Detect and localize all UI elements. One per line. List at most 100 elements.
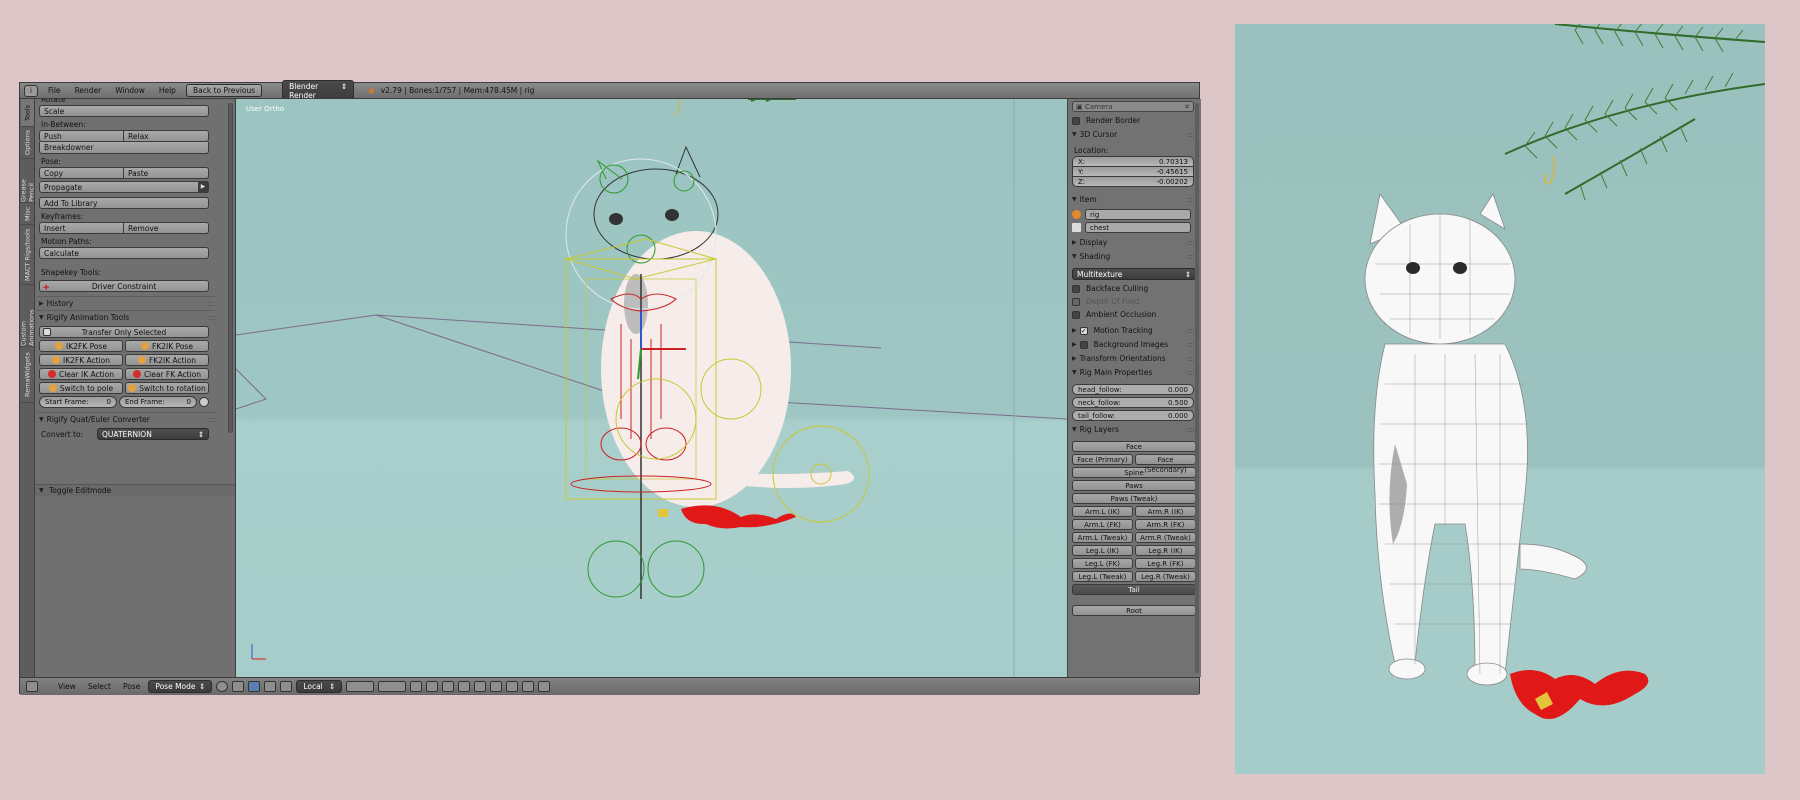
layer-arm-r-tweak-button[interactable]: Arm.R (Tweak) — [1135, 532, 1196, 543]
shading-sphere-icon[interactable] — [216, 681, 229, 692]
fk2ik-pose-button[interactable]: FK2IK Pose — [125, 340, 209, 352]
rig-main-properties-header[interactable]: ▼ Rig Main Properties — [1072, 366, 1194, 380]
drag-grip-icon[interactable] — [1187, 329, 1194, 333]
render-border-checkbox[interactable] — [1072, 117, 1080, 125]
switch-to-pole-button[interactable]: Switch to pole — [39, 382, 123, 394]
layer-leg-l-tweak-button[interactable]: Leg.L (Tweak) — [1072, 571, 1133, 582]
layer-leg-r-ik-button[interactable]: Leg.R (IK) — [1135, 545, 1196, 556]
drag-grip-icon[interactable] — [1187, 255, 1194, 259]
tab-misc[interactable]: Misc — [21, 203, 34, 225]
cursor-z-field[interactable]: Z: -0.00202 — [1072, 176, 1194, 187]
tab-rema-widgets[interactable]: RemaWidgets — [21, 347, 34, 403]
editor-type-icon[interactable] — [26, 681, 38, 692]
scale-button[interactable]: Scale — [39, 105, 209, 117]
drag-grip-icon[interactable] — [1187, 343, 1194, 347]
layer-arm-l-tweak-button[interactable]: Arm.L (Tweak) — [1072, 532, 1133, 543]
pivot-icon[interactable] — [232, 681, 245, 692]
tab-grease-pencil[interactable]: Grease Pencil — [20, 159, 36, 203]
convert-to-select[interactable]: QUATERNION ⇕ — [97, 428, 209, 440]
layer-leg-l-ik-button[interactable]: Leg.L (IK) — [1072, 545, 1133, 556]
drag-grip-icon[interactable] — [208, 418, 215, 422]
render-border-row[interactable]: Render Border — [1072, 114, 1194, 128]
ambient-occlusion-row[interactable]: Ambient Occlusion — [1072, 308, 1194, 321]
paste-flipped-icon[interactable] — [506, 681, 519, 692]
bone-name-field[interactable]: chest — [1085, 222, 1191, 233]
layer-paws-tweak-button[interactable]: Paws (Tweak) — [1072, 493, 1196, 504]
rotate-icon[interactable] — [280, 681, 293, 692]
background-images-header[interactable]: ▶ Background Images — [1072, 338, 1194, 352]
motion-tracking-header[interactable]: ▶ Motion Tracking — [1072, 324, 1194, 338]
menu-file[interactable]: File — [44, 86, 65, 95]
info-editor-icon[interactable]: i — [24, 84, 38, 97]
menu-select[interactable]: Select — [84, 682, 115, 691]
snap-target-icon[interactable] — [458, 681, 471, 692]
clock-icon[interactable] — [199, 397, 209, 407]
layer-leg-r-fk-button[interactable]: Leg.R (FK) — [1135, 558, 1196, 569]
drag-grip-icon[interactable] — [1187, 241, 1194, 245]
clear-ik-action-button[interactable]: Clear IK Action — [39, 368, 123, 380]
breakdowner-button[interactable]: Breakdowner — [39, 142, 209, 154]
layers-grid-icon[interactable] — [378, 681, 407, 692]
props-scrollbar[interactable] — [1195, 103, 1199, 673]
copy-pose-button[interactable]: Copy — [39, 167, 124, 179]
transfer-only-selected-toggle[interactable]: Transfer Only Selected — [39, 326, 209, 338]
relax-button[interactable]: Relax — [124, 130, 209, 142]
depth-of-field-checkbox[interactable] — [1072, 297, 1080, 306]
history-panel-header[interactable]: ▶ History — [37, 296, 215, 310]
orientation-select[interactable]: Local ⇕ — [296, 680, 343, 693]
mode-select[interactable]: Pose Mode ⇕ — [148, 680, 213, 693]
add-to-library-button[interactable]: Add To Library — [39, 197, 209, 209]
propagate-button[interactable]: Propagate ▶ — [39, 181, 209, 193]
calculate-button[interactable]: Calculate — [39, 247, 209, 259]
clear-x-icon[interactable]: ✕ — [1184, 102, 1190, 112]
layer-tail-button[interactable]: Tail — [1072, 584, 1196, 595]
toggle-editmode-header[interactable]: ▼ Toggle Editmode — [35, 484, 235, 496]
backface-culling-row[interactable]: Backface Culling — [1072, 282, 1194, 295]
display-header[interactable]: ▶ Display — [1072, 236, 1194, 250]
paste-pose-button[interactable]: Paste — [124, 167, 209, 179]
depth-of-field-row[interactable]: Depth Of Field — [1072, 295, 1194, 308]
camera-field[interactable]: ▣ Camera ✕ — [1072, 101, 1194, 112]
layer-arm-r-ik-button[interactable]: Arm.R (IK) — [1135, 506, 1196, 517]
ik2fk-pose-button[interactable]: IK2FK Pose — [39, 340, 123, 352]
head-follow-slider[interactable]: head_follow: 0.000 — [1072, 384, 1194, 395]
shading-header[interactable]: ▼ Shading — [1072, 250, 1194, 264]
object-name-field[interactable]: rig — [1085, 209, 1191, 220]
backface-culling-checkbox[interactable] — [1072, 284, 1080, 293]
insert-keyframe-button[interactable]: Insert — [39, 222, 124, 234]
end-frame-field[interactable]: End Frame: 0 — [119, 396, 197, 408]
drag-grip-icon[interactable] — [1187, 371, 1194, 375]
snap-icon[interactable] — [442, 681, 455, 692]
layer-face-secondary-button[interactable]: Face (Secondary) — [1135, 454, 1196, 474]
rig-layers-header[interactable]: ▼ Rig Layers — [1072, 423, 1194, 437]
layer-arm-l-fk-button[interactable]: Arm.L (FK) — [1072, 519, 1133, 530]
tail-follow-slider[interactable]: tail_follow: 0.000 — [1072, 410, 1194, 421]
background-images-checkbox[interactable] — [1079, 341, 1088, 349]
layer-paws-button[interactable]: Paws — [1072, 480, 1196, 491]
tab-tools[interactable]: Tools — [21, 99, 34, 127]
proportional-edit-icon[interactable] — [426, 681, 439, 692]
driver-constraint-button[interactable]: ✚ Driver Constraint — [39, 280, 209, 292]
rigify-tools-header[interactable]: ▼ Rigify Animation Tools — [37, 310, 215, 324]
render-anim-icon[interactable] — [538, 681, 551, 692]
drag-grip-icon[interactable] — [208, 316, 215, 320]
item-header[interactable]: ▼ Item — [1072, 193, 1194, 207]
layer-arm-r-fk-button[interactable]: Arm.R (FK) — [1135, 519, 1196, 530]
remove-keyframe-button[interactable]: Remove — [124, 222, 209, 234]
back-to-previous-button[interactable]: Back to Previous — [185, 84, 263, 97]
menu-view[interactable]: View — [54, 682, 80, 691]
menu-render[interactable]: Render — [71, 86, 106, 95]
transform-orientations-header[interactable]: ▶ Transform Orientations — [1072, 352, 1194, 366]
layer-face-primary-button[interactable]: Face (Primary) — [1072, 454, 1133, 465]
tab-options[interactable]: Options — [21, 127, 34, 159]
motion-tracking-checkbox[interactable] — [1079, 327, 1088, 335]
layers-grid-icon[interactable] — [346, 681, 375, 692]
neck-follow-slider[interactable]: neck_follow: 0.500 — [1072, 397, 1194, 408]
layer-root-button[interactable]: Root — [1072, 605, 1196, 616]
layer-leg-r-tweak-button[interactable]: Leg.R (Tweak) — [1135, 571, 1196, 582]
manipulator-icon[interactable] — [248, 681, 261, 692]
3d-cursor-header[interactable]: ▼ 3D Cursor — [1072, 128, 1194, 142]
fk2ik-action-button[interactable]: FK2IK Action — [125, 354, 209, 366]
menu-window[interactable]: Window — [111, 86, 149, 95]
clear-fk-action-button[interactable]: Clear FK Action — [125, 368, 209, 380]
